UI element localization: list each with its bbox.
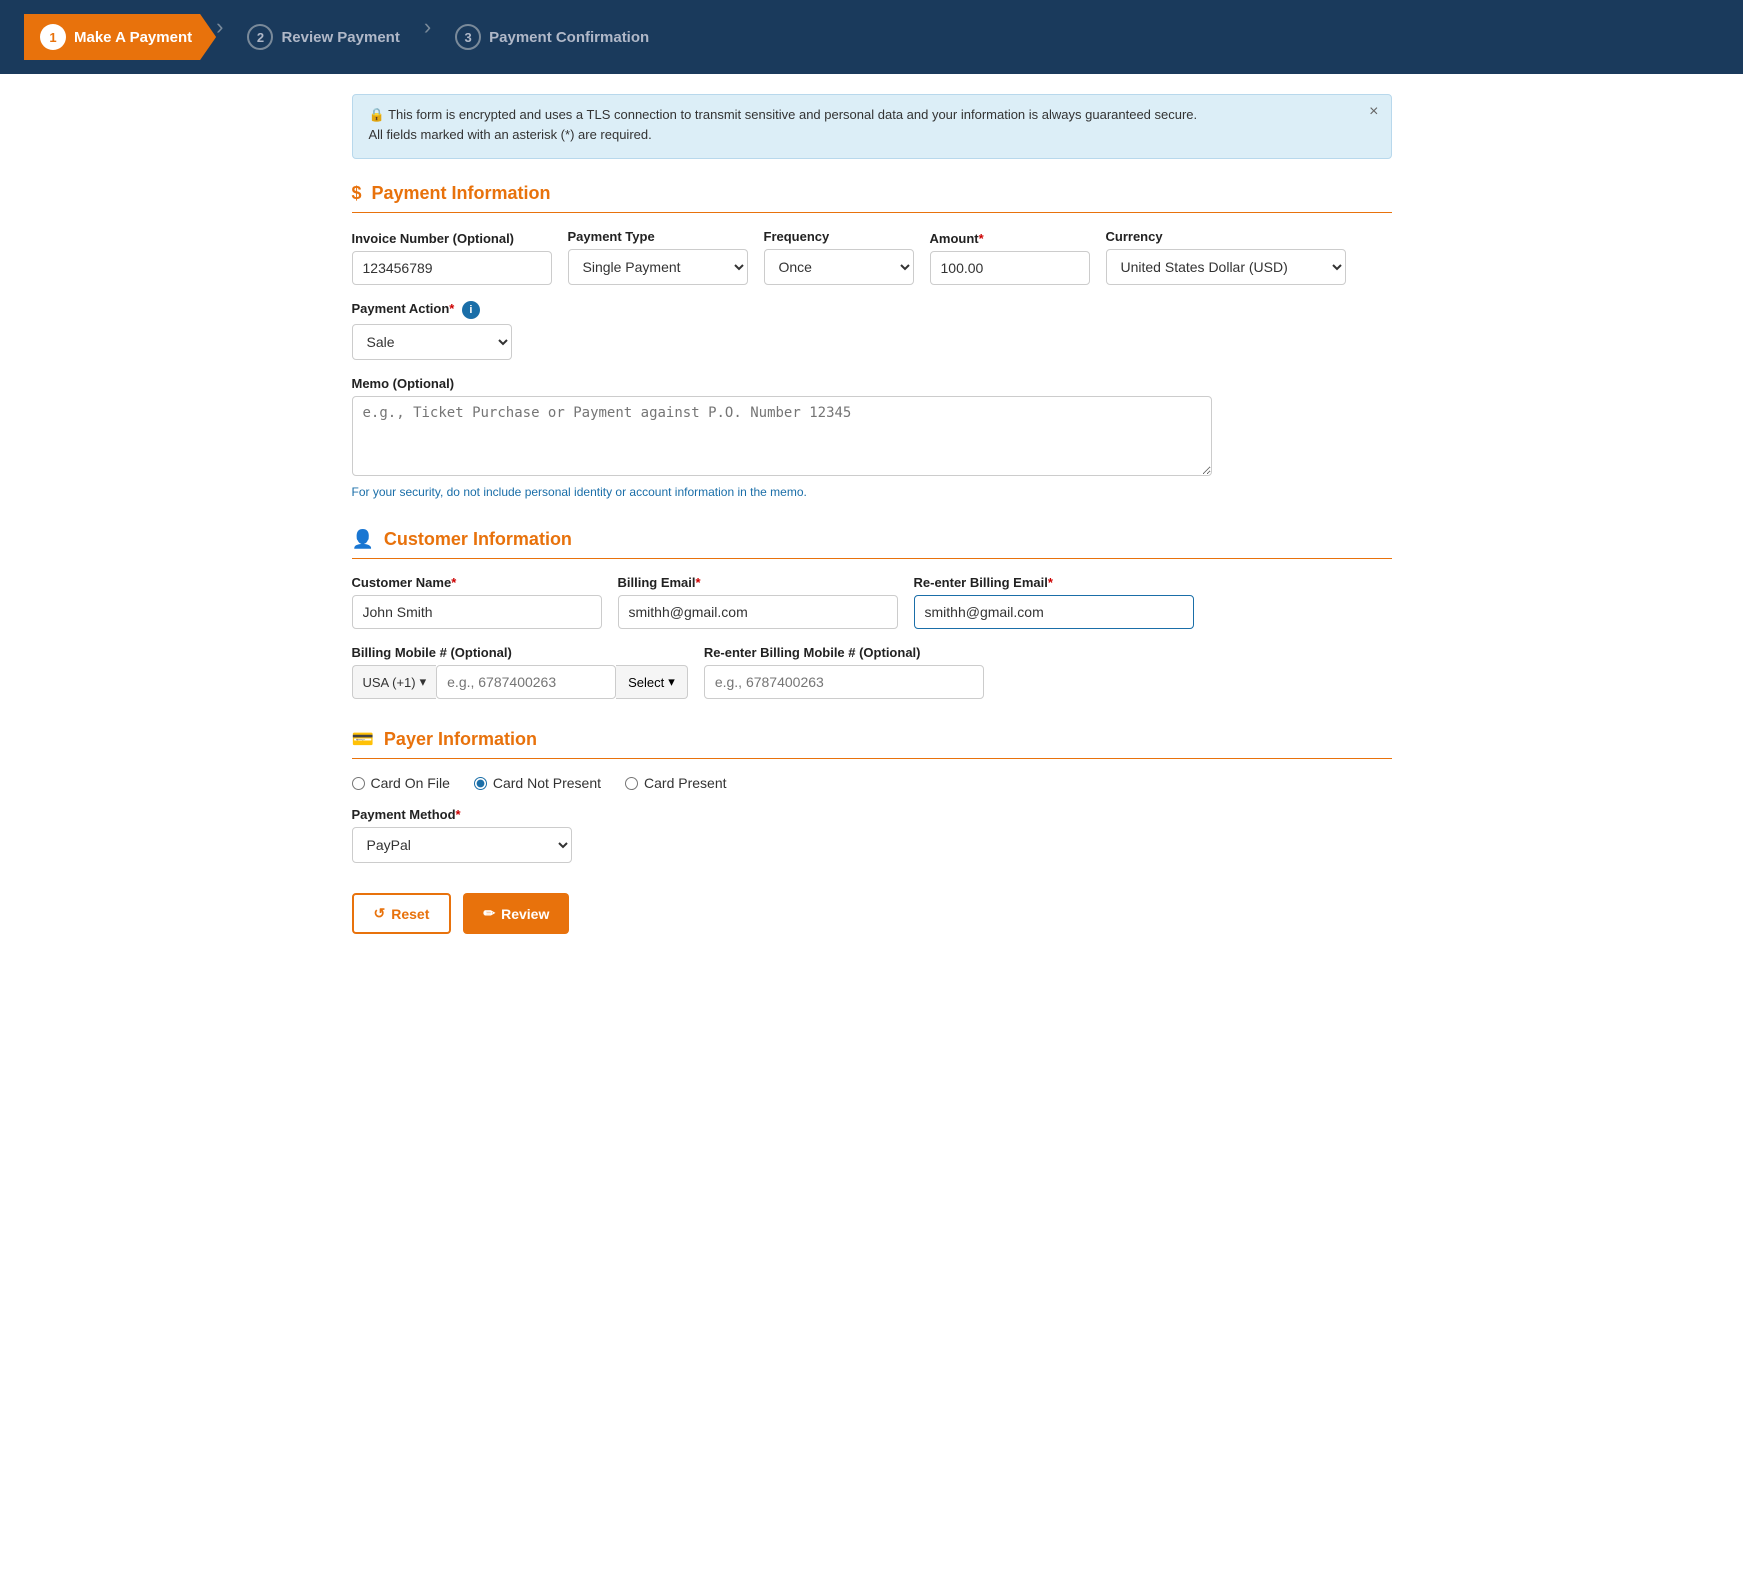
- memo-group: Memo (Optional) For your security, do no…: [352, 376, 1212, 499]
- radio-card-present-label: Card Present: [644, 775, 726, 791]
- payment-type-group: Payment Type Single Payment Recurring Pa…: [568, 229, 748, 285]
- review-button[interactable]: ✏ Review: [463, 893, 569, 934]
- customer-name-label: Customer Name*: [352, 575, 602, 590]
- step-3-label: Payment Confirmation: [489, 29, 649, 46]
- button-row: ↺ Reset ✏ Review: [352, 893, 1392, 934]
- payment-method-group: Payment Method* PayPal Credit Card ACH/e…: [352, 807, 1392, 863]
- payment-row-1: Invoice Number (Optional) Payment Type S…: [352, 229, 1392, 285]
- payment-section-title: Payment Information: [372, 183, 551, 204]
- main-content: × 🔒 This form is encrypted and uses a TL…: [322, 74, 1422, 974]
- phone-select-label: Select: [628, 675, 664, 690]
- payment-method-select[interactable]: PayPal Credit Card ACH/eCheck: [352, 827, 572, 863]
- card-icon: 💳: [352, 729, 374, 750]
- review-label: Review: [501, 906, 549, 922]
- radio-card-not-present-input[interactable]: [474, 777, 487, 790]
- customer-section-header: 👤 Customer Information: [352, 529, 1392, 559]
- memo-hint: For your security, do not include person…: [352, 485, 1212, 499]
- step-2-label: Review Payment: [281, 29, 399, 46]
- step-2[interactable]: 2 Review Payment: [223, 14, 423, 60]
- payer-section-title: Payer Information: [384, 729, 537, 750]
- payment-section: $ Payment Information Invoice Number (Op…: [352, 183, 1392, 499]
- payment-method-label: Payment Method*: [352, 807, 1392, 822]
- radio-card-on-file[interactable]: Card On File: [352, 775, 450, 791]
- payment-row-2: Payment Action* i Sale Authorization: [352, 301, 1392, 360]
- memo-label: Memo (Optional): [352, 376, 1212, 391]
- payment-type-select[interactable]: Single Payment Recurring Payment: [568, 249, 748, 285]
- phone-group: USA (+1) ▾ Select ▾: [352, 665, 688, 699]
- billing-mobile-confirm-group: Re-enter Billing Mobile # (Optional): [704, 645, 984, 699]
- customer-row-1: Customer Name* Billing Email* Re-enter B…: [352, 575, 1392, 629]
- billing-email-label: Billing Email*: [618, 575, 898, 590]
- step-2-num: 2: [247, 24, 273, 50]
- reset-icon: ↺: [374, 905, 386, 922]
- security-line2: All fields marked with an asterisk (*) a…: [369, 127, 1375, 142]
- reset-label: Reset: [391, 906, 429, 922]
- action-label: Payment Action* i: [352, 301, 512, 319]
- step-3[interactable]: 3 Payment Confirmation: [431, 14, 673, 60]
- radio-card-on-file-label: Card On File: [371, 775, 450, 791]
- frequency-label: Frequency: [764, 229, 914, 244]
- radio-card-present-input[interactable]: [625, 777, 638, 790]
- action-info-icon[interactable]: i: [462, 301, 480, 319]
- amount-input[interactable]: [930, 251, 1090, 285]
- phone-select-chevron: ▾: [668, 674, 675, 690]
- billing-email-confirm-group: Re-enter Billing Email*: [914, 575, 1194, 629]
- memo-textarea[interactable]: [352, 396, 1212, 476]
- payer-radio-group: Card On File Card Not Present Card Prese…: [352, 775, 1392, 791]
- billing-email-confirm-label: Re-enter Billing Email*: [914, 575, 1194, 590]
- frequency-group: Frequency Once Weekly Monthly Quarterly …: [764, 229, 914, 285]
- step-1-label: Make A Payment: [74, 29, 192, 46]
- billing-mobile-input[interactable]: [436, 665, 616, 699]
- payer-section-header: 💳 Payer Information: [352, 729, 1392, 759]
- dollar-icon: $: [352, 183, 362, 204]
- customer-row-2: Billing Mobile # (Optional) USA (+1) ▾ S…: [352, 645, 1392, 699]
- customer-section: 👤 Customer Information Customer Name* Bi…: [352, 529, 1392, 699]
- radio-card-present[interactable]: Card Present: [625, 775, 726, 791]
- action-select[interactable]: Sale Authorization: [352, 324, 512, 360]
- security-line1: 🔒 This form is encrypted and uses a TLS …: [369, 107, 1375, 123]
- billing-mobile-group: Billing Mobile # (Optional) USA (+1) ▾ S…: [352, 645, 688, 699]
- frequency-select[interactable]: Once Weekly Monthly Quarterly Yearly: [764, 249, 914, 285]
- radio-card-on-file-input[interactable]: [352, 777, 365, 790]
- step-1-num: 1: [40, 24, 66, 50]
- billing-email-input[interactable]: [618, 595, 898, 629]
- phone-country-chevron: ▾: [420, 674, 427, 690]
- payment-type-label: Payment Type: [568, 229, 748, 244]
- customer-name-input[interactable]: [352, 595, 602, 629]
- invoice-input[interactable]: [352, 251, 552, 285]
- user-icon: 👤: [352, 529, 374, 550]
- currency-label: Currency: [1106, 229, 1346, 244]
- radio-card-not-present[interactable]: Card Not Present: [474, 775, 601, 791]
- customer-section-title: Customer Information: [384, 529, 572, 550]
- phone-country-label: USA (+1): [363, 675, 416, 690]
- amount-label: Amount*: [930, 231, 1090, 246]
- step-1[interactable]: 1 Make A Payment: [24, 14, 216, 60]
- billing-email-confirm-input[interactable]: [914, 595, 1194, 629]
- payer-section: 💳 Payer Information Card On File Card No…: [352, 729, 1392, 863]
- customer-name-group: Customer Name*: [352, 575, 602, 629]
- currency-select[interactable]: United States Dollar (USD) Canadian Doll…: [1106, 249, 1346, 285]
- radio-card-not-present-label: Card Not Present: [493, 775, 601, 791]
- amount-group: Amount*: [930, 231, 1090, 285]
- payment-section-header: $ Payment Information: [352, 183, 1392, 213]
- billing-mobile-confirm-input[interactable]: [704, 665, 984, 699]
- phone-select-button[interactable]: Select ▾: [616, 665, 688, 699]
- security-notice: × 🔒 This form is encrypted and uses a TL…: [352, 94, 1392, 159]
- billing-mobile-label: Billing Mobile # (Optional): [352, 645, 688, 660]
- billing-mobile-confirm-label: Re-enter Billing Mobile # (Optional): [704, 645, 984, 660]
- phone-country-selector[interactable]: USA (+1) ▾: [352, 665, 437, 699]
- billing-email-group: Billing Email*: [618, 575, 898, 629]
- review-icon: ✏: [483, 905, 495, 922]
- invoice-group: Invoice Number (Optional): [352, 231, 552, 285]
- invoice-label: Invoice Number (Optional): [352, 231, 552, 246]
- close-notice-button[interactable]: ×: [1369, 103, 1378, 121]
- currency-group: Currency United States Dollar (USD) Cana…: [1106, 229, 1346, 285]
- action-group: Payment Action* i Sale Authorization: [352, 301, 512, 360]
- step-3-num: 3: [455, 24, 481, 50]
- reset-button[interactable]: ↺ Reset: [352, 893, 452, 934]
- steps-bar: 1 Make A Payment › 2 Review Payment › 3 …: [0, 0, 1743, 74]
